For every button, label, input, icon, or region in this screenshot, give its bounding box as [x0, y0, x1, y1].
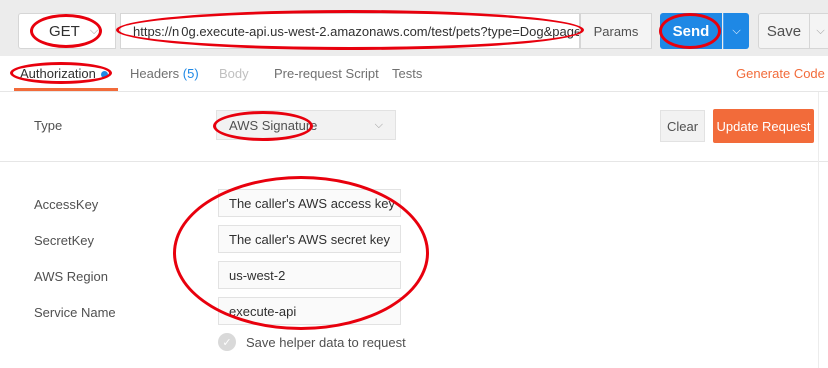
active-dot-icon: [100, 71, 108, 79]
send-button[interactable]: Send: [660, 13, 722, 49]
url-suffix: 0g.execute-api.us-west-2.amazonaws.com/t…: [181, 23, 580, 39]
tab-pre-request-script[interactable]: Pre-request Script: [274, 64, 379, 84]
save-helper-label: Save helper data to request: [246, 335, 406, 350]
method-select[interactable]: GET ⌵: [18, 13, 116, 49]
tab-body[interactable]: Body: [219, 64, 249, 84]
url-input[interactable]: https://n 0g.execute-api.us-west-2.amazo…: [120, 13, 580, 49]
save-dropdown-button[interactable]: ⌵: [810, 13, 828, 49]
chevron-down-icon: ⌵: [374, 118, 383, 131]
headers-count: (5): [182, 66, 199, 81]
tab-authorization-label: Authorization: [20, 66, 96, 81]
params-button[interactable]: Params: [580, 13, 652, 49]
secret-key-input[interactable]: The caller's AWS secret key: [218, 225, 401, 253]
clear-button[interactable]: Clear: [660, 110, 705, 142]
update-request-button[interactable]: Update Request: [713, 109, 814, 143]
url-prefix: https://n: [133, 23, 180, 39]
checkmark-icon: ✓: [222, 336, 232, 349]
right-border: [818, 92, 819, 368]
service-name-label: Service Name: [34, 305, 116, 320]
access-key-input[interactable]: The caller's AWS access key: [218, 189, 401, 217]
tabs-divider: [0, 91, 828, 92]
chevron-down-icon: ⌵: [732, 24, 741, 37]
chevron-down-icon: ⌵: [816, 24, 825, 37]
access-key-label: AccessKey: [34, 197, 99, 212]
tab-authorization[interactable]: Authorization: [20, 64, 108, 84]
save-button[interactable]: Save: [758, 13, 810, 49]
auth-type-value: AWS Signature: [229, 117, 318, 133]
section-divider: [0, 161, 828, 162]
aws-region-input[interactable]: us-west-2: [218, 261, 401, 289]
service-name-input[interactable]: execute-api: [218, 297, 401, 325]
save-helper-checkbox[interactable]: ✓: [218, 333, 236, 351]
tab-headers[interactable]: Headers (5): [130, 64, 199, 84]
generate-code-link[interactable]: Generate Code: [736, 64, 825, 84]
send-dropdown-button[interactable]: ⌵: [723, 13, 749, 49]
method-value: GET: [49, 22, 80, 40]
tab-headers-label: Headers: [130, 66, 180, 81]
aws-region-label: AWS Region: [34, 269, 108, 284]
auth-type-label: Type: [34, 118, 63, 133]
secret-key-label: SecretKey: [34, 233, 94, 248]
auth-type-select[interactable]: AWS Signature ⌵: [216, 110, 396, 140]
tab-tests[interactable]: Tests: [392, 64, 422, 84]
chevron-down-icon: ⌵: [89, 24, 99, 37]
